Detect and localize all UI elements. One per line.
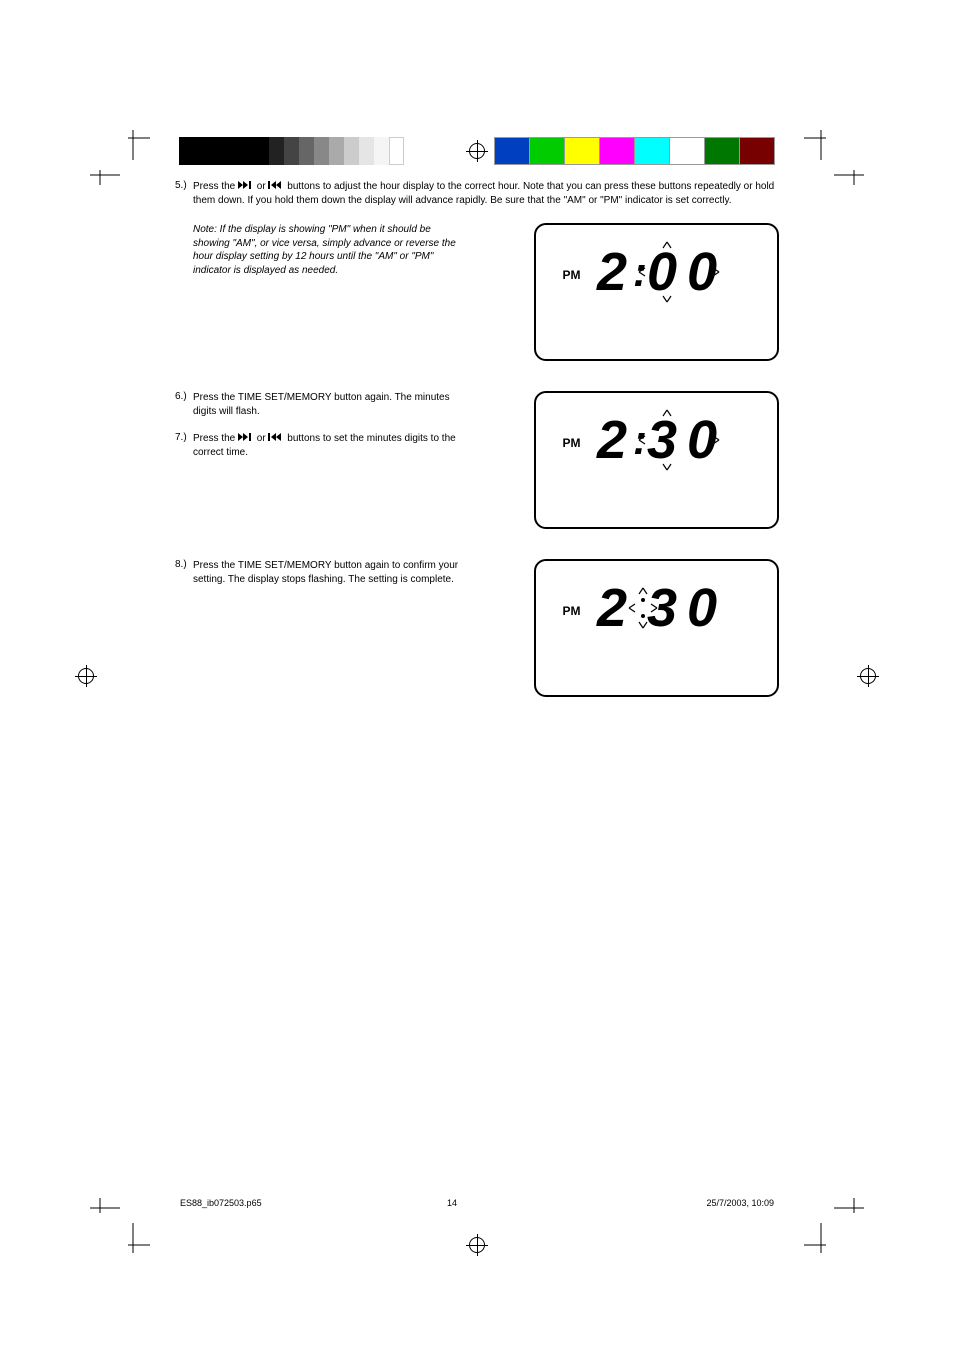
svg-text:0: 0 xyxy=(687,242,717,302)
hour-digit: 2 xyxy=(596,242,627,302)
step-number: 6.) xyxy=(175,391,193,402)
step-text: Press the or buttons to adjust the hour … xyxy=(193,180,779,207)
skip-forward-icon xyxy=(238,181,254,192)
registration-mark-right xyxy=(857,665,879,687)
step-text: Press the or buttons to set the minutes … xyxy=(193,432,465,459)
step-7: 7.) Press the or buttons to set the minu… xyxy=(175,432,465,459)
time-display: 2 3 0 xyxy=(591,576,751,646)
step-8: 8.) Press the TIME SET/MEMORY button aga… xyxy=(175,559,465,586)
cropmark-bottom-left xyxy=(90,1198,150,1256)
step-number: 7.) xyxy=(175,432,193,443)
svg-text:3: 3 xyxy=(647,410,677,470)
step-number: 8.) xyxy=(175,559,193,570)
step-number: 5.) xyxy=(175,180,193,191)
footer-date: 25/7/2003, 10:09 xyxy=(706,1198,774,1208)
print-footer: ES88_ib072503.p65 14 25/7/2003, 10:09 xyxy=(180,1198,774,1208)
footer-page-number: 14 xyxy=(447,1198,507,1208)
pm-indicator: PM xyxy=(563,436,581,450)
svg-text:0: 0 xyxy=(687,578,717,638)
skip-forward-icon xyxy=(238,433,254,444)
display-box-1: PM 2 : 0 0 xyxy=(534,223,779,361)
svg-text:2: 2 xyxy=(596,410,627,470)
footer-filename: ES88_ib072503.p65 xyxy=(180,1198,262,1208)
skip-backward-icon xyxy=(268,181,284,192)
step-6: 6.) Press the TIME SET/MEMORY button aga… xyxy=(175,391,465,418)
display-box-3: PM 2 3 0 xyxy=(534,559,779,697)
grayscale-colorbar xyxy=(179,137,404,165)
registration-mark-left xyxy=(75,665,97,687)
step-5-note: Note: If the display is showing "PM" whe… xyxy=(175,223,465,277)
svg-text:2: 2 xyxy=(596,578,627,638)
cropmark-bottom-right xyxy=(804,1198,864,1256)
registration-mark-bottom xyxy=(466,1234,488,1256)
cropmark-top-left xyxy=(90,130,150,188)
registration-mark-top xyxy=(466,140,488,162)
step-text: Press the TIME SET/MEMORY button again. … xyxy=(193,391,465,418)
pm-indicator: PM xyxy=(563,604,581,618)
time-display: 2 : 3 0 xyxy=(591,408,751,478)
skip-backward-icon xyxy=(268,433,284,444)
cropmark-top-right xyxy=(804,130,864,188)
svg-text:3: 3 xyxy=(647,578,677,638)
step-text: Press the TIME SET/MEMORY button again t… xyxy=(193,559,465,586)
svg-text:0: 0 xyxy=(687,410,717,470)
page-content: 5.) Press the or buttons to adjust the h… xyxy=(175,180,779,1190)
step-5: 5.) Press the or buttons to adjust the h… xyxy=(175,180,779,207)
display-box-2: PM 2 : 3 0 xyxy=(534,391,779,529)
svg-text:0: 0 xyxy=(647,242,677,302)
color-colorbar xyxy=(495,137,775,165)
time-display: 2 : 0 0 xyxy=(591,240,751,310)
pm-indicator: PM xyxy=(563,268,581,282)
